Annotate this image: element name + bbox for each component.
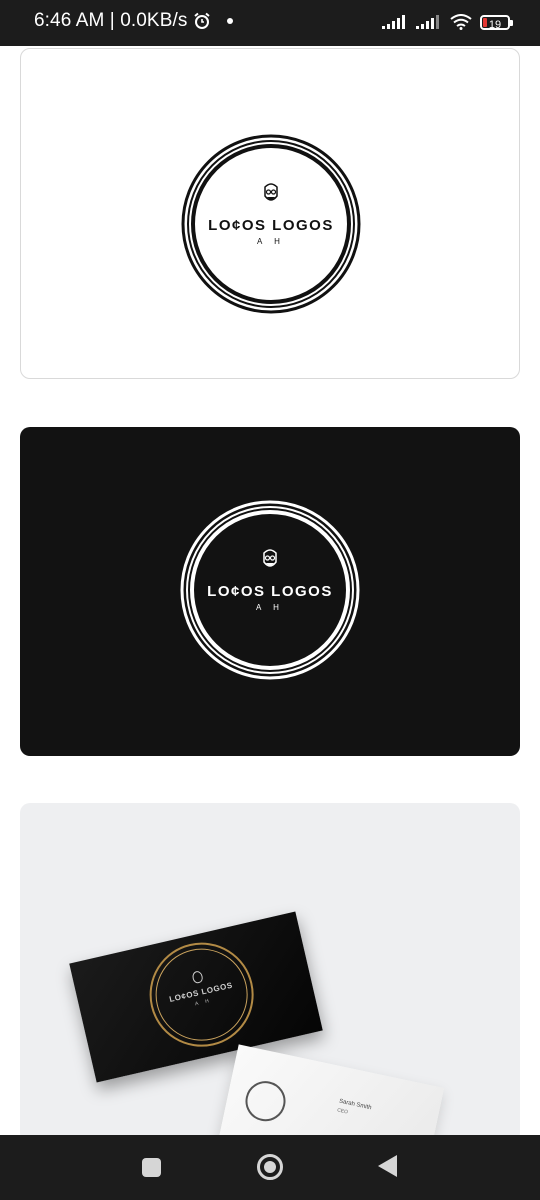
status-bar: 6:46 AM | 0.0KB/s 19 — [0, 0, 540, 46]
logo-circle: LO¢OS LOGOS A H — [181, 134, 361, 314]
battery-icon: 19 — [480, 14, 513, 31]
card-person-title: CEO — [336, 1107, 349, 1116]
logo-card-white[interactable]: LO¢OS LOGOS A H — [20, 48, 520, 379]
battery-level: 19 — [488, 18, 502, 31]
business-card-back: Sarah Smith CEO — [215, 1044, 445, 1143]
signal-icon — [382, 15, 405, 29]
logo-initials-inverted: A H — [256, 603, 284, 612]
logo-name: LO¢OS LOGOS — [208, 217, 334, 234]
alarm-icon — [194, 12, 211, 29]
wifi-icon — [450, 14, 472, 30]
home-circle-icon[interactable] — [257, 1154, 283, 1180]
recents-square-icon[interactable] — [142, 1158, 161, 1177]
back-triangle-icon[interactable] — [378, 1155, 397, 1177]
signal-icon-2 — [416, 15, 439, 29]
navigation-bar — [0, 1135, 540, 1200]
status-time: 6:46 AM | 0.0KB/s — [34, 10, 188, 31]
logo-card-black[interactable]: LO¢OS LOGOS A H — [20, 427, 520, 756]
logo-name-inverted: LO¢OS LOGOS — [207, 583, 333, 600]
face-glasses-icon — [263, 549, 277, 567]
business-card-mockup[interactable]: LO¢OS LOGOS A H Sarah Smith CEO — [20, 803, 520, 1143]
small-logo-ring — [241, 1077, 290, 1125]
status-left: 6:46 AM | 0.0KB/s — [34, 10, 234, 32]
logo-initials: A H — [257, 237, 285, 246]
status-right: 19 — [382, 14, 513, 31]
logo-circle-inverted: LO¢OS LOGOS A H — [180, 500, 360, 680]
face-glasses-icon — [264, 183, 278, 201]
notification-dot-icon — [227, 18, 234, 24]
